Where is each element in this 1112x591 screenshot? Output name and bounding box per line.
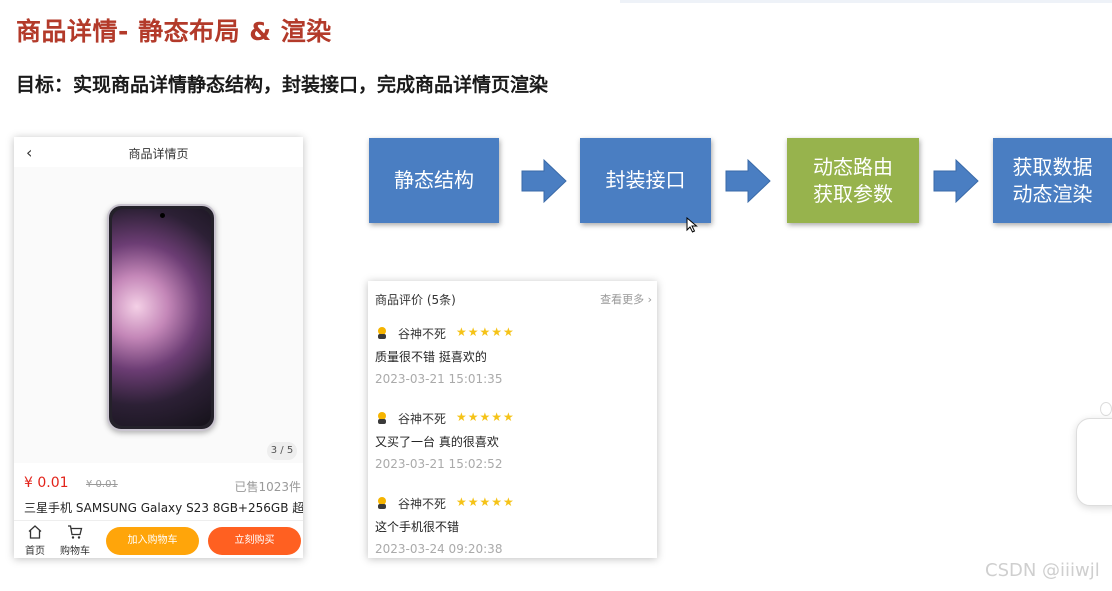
sold-count: 已售1023件 <box>234 480 301 494</box>
avatar <box>378 412 386 424</box>
action-bar: 首页 购物车 加入购物车 立刻购买 <box>14 520 303 558</box>
review-user: 谷神不死 <box>398 497 447 511</box>
flow-step-text: 动态路由 <box>813 154 893 179</box>
product-gallery[interactable]: 3 / 5 <box>14 167 303 463</box>
review-user: 谷神不死 <box>398 412 447 426</box>
top-edge-strip <box>620 0 1112 3</box>
right-arrow-icon <box>725 158 771 204</box>
current-price: ¥ 0.01 <box>24 475 69 491</box>
nav-home[interactable]: 首页 <box>19 524 51 557</box>
flow-step-text: 动态渲染 <box>1012 181 1093 206</box>
side-toolbar-widget[interactable] <box>1076 418 1112 506</box>
side-toolbar-dot <box>1100 402 1112 416</box>
flow-step-text: 静态结构 <box>394 168 474 192</box>
buy-now-button[interactable]: 立刻购买 <box>208 527 301 555</box>
flow-step-text: 获取数据 <box>1012 154 1093 179</box>
flow-step-wrap-api: 封装接口 <box>580 138 711 223</box>
view-more-link[interactable]: 查看更多 › <box>600 291 652 307</box>
mouse-cursor-icon <box>686 217 698 233</box>
original-price: ¥ 0.01 <box>86 479 118 490</box>
nav-cart[interactable]: 购物车 <box>59 524 91 557</box>
product-image-camera <box>159 213 165 218</box>
home-icon <box>19 524 51 540</box>
review-text: 质量很不错 挺喜欢的 <box>375 350 487 364</box>
review-item: 谷神不死 ★★★★★ 又买了一台 真的很喜欢 2023-03-21 15:02:… <box>368 409 657 489</box>
star-rating: ★★★★★ <box>456 410 515 424</box>
review-text: 又买了一台 真的很喜欢 <box>375 435 499 449</box>
nav-cart-label: 购物车 <box>60 546 90 557</box>
flow-step-fetch-render: 获取数据 动态渲染 <box>993 138 1112 223</box>
view-more-label: 查看更多 <box>600 293 645 306</box>
flow-step-dynamic-route: 动态路由 获取参数 <box>787 138 919 223</box>
slide-title: 商品详情- 静态布局 & 渲染 <box>16 17 332 46</box>
star-rating: ★★★★★ <box>456 325 515 339</box>
flow-step-static-structure: 静态结构 <box>369 138 499 223</box>
nav-bar: ‹ 商品详情页 <box>14 137 303 167</box>
nav-home-label: 首页 <box>25 546 45 557</box>
review-time: 2023-03-21 15:01:35 <box>375 372 503 386</box>
review-user: 谷神不死 <box>398 327 447 341</box>
watermark: CSDN @iiiwjl <box>985 560 1100 581</box>
gallery-indicator: 3 / 5 <box>267 442 297 460</box>
product-image-screen <box>112 209 211 426</box>
slide-goal: 目标：实现商品详情静态结构，封装接口，完成商品详情页渲染 <box>16 74 549 96</box>
chevron-right-icon: › <box>647 293 652 306</box>
right-arrow-icon <box>521 158 567 204</box>
nav-title: 商品详情页 <box>128 147 189 161</box>
price-row: ¥ 0.01 ¥ 0.01 已售1023件 <box>14 475 303 495</box>
reviews-card: 商品评价 (5条) 查看更多 › 谷神不死 ★★★★★ 质量很不错 挺喜欢的 2… <box>368 281 657 558</box>
product-image <box>107 204 216 431</box>
product-detail-mockup: ‹ 商品详情页 3 / 5 ¥ 0.01 ¥ 0.01 已售1023件 三星手机… <box>14 137 303 558</box>
review-item: 谷神不死 ★★★★★ 质量很不错 挺喜欢的 2023-03-21 15:01:3… <box>368 324 657 404</box>
review-text: 这个手机很不错 <box>375 520 460 534</box>
avatar <box>378 497 386 509</box>
review-time: 2023-03-21 15:02:52 <box>375 457 503 471</box>
star-rating: ★★★★★ <box>456 495 515 509</box>
review-item: 谷神不死 ★★★★★ 这个手机很不错 2023-03-24 09:20:38 <box>368 494 657 558</box>
product-name: 三星手机 SAMSUNG Galaxy S23 8GB+256GB 超 <box>24 501 303 515</box>
reviews-title: 商品评价 (5条) <box>375 293 456 307</box>
flow-step-text: 获取参数 <box>813 181 893 206</box>
flow-step-text: 封装接口 <box>605 168 686 192</box>
add-to-cart-button[interactable]: 加入购物车 <box>106 527 199 555</box>
review-time: 2023-03-24 09:20:38 <box>375 542 503 556</box>
right-arrow-icon <box>933 158 979 204</box>
avatar <box>378 327 386 339</box>
cart-icon <box>59 524 91 540</box>
